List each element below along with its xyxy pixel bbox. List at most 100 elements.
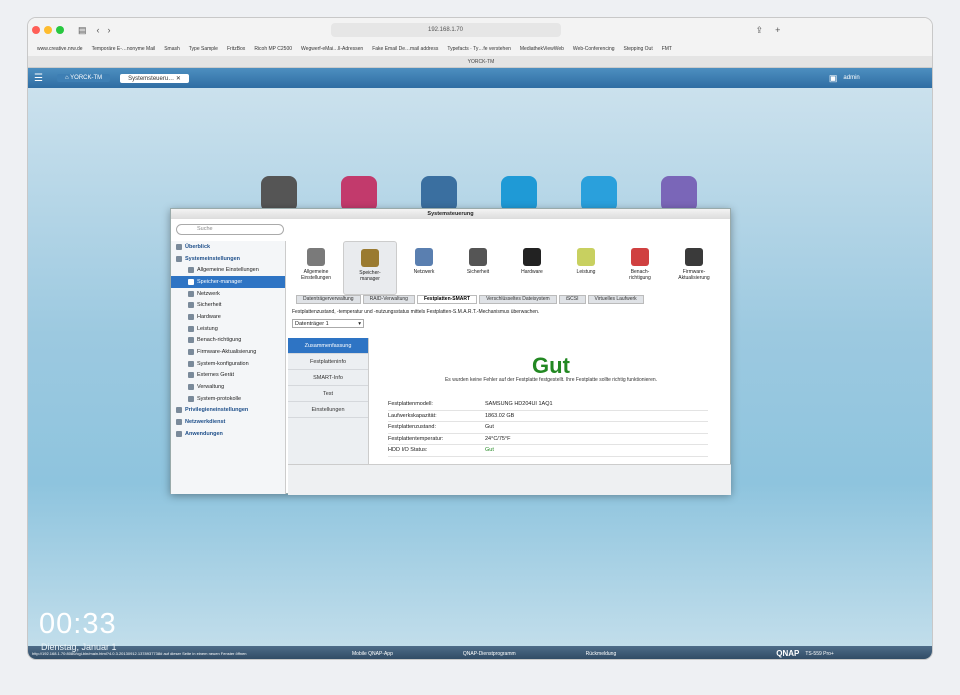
tab[interactable]: Festplatten-SMART <box>416 295 478 304</box>
sidebar-icon[interactable]: ▤ <box>78 25 87 36</box>
info-value: Gut <box>485 424 494 431</box>
back-icon[interactable]: ‹ <box>97 25 100 35</box>
sidebar-item[interactable]: Firmware-Aktualisierung <box>171 346 285 358</box>
sidebar-item[interactable]: Netzwerk <box>171 288 285 300</box>
minimize-button[interactable] <box>44 26 52 34</box>
model-label: TS-559 Pro+ <box>805 650 834 657</box>
bookmark[interactable]: Type Sample <box>189 46 218 52</box>
sidebar-item[interactable]: Systemeinstellungen <box>171 253 285 265</box>
sidebar-item-label: Netzwerk <box>197 290 220 297</box>
sidebar-item-label: Benach-richtigung <box>197 337 242 344</box>
sidebar-item[interactable]: Leistung <box>171 323 285 335</box>
sidebar-item[interactable]: System-konfiguration <box>171 358 285 370</box>
bookmark[interactable]: Typefacts · Ty…fe verstehen <box>447 46 511 52</box>
status-big: Gut <box>532 353 570 378</box>
sync-desktop-icon[interactable] <box>581 176 617 212</box>
hdstation-desktop-icon[interactable] <box>341 176 377 212</box>
sidebar-item[interactable]: Benach-richtigung <box>171 335 285 347</box>
category-label: Aktualisierung <box>678 275 710 281</box>
category-icon[interactable]: Speicher-manager <box>343 241 397 295</box>
category-icon-image <box>307 248 325 266</box>
syscontrol-desktop-icon[interactable] <box>261 176 297 212</box>
category-icon[interactable]: Netzwerk <box>397 241 451 295</box>
bookmark[interactable]: MediathekViewWeb <box>520 46 564 52</box>
sidebar-item[interactable]: Externes Gerät <box>171 370 285 382</box>
date: Dienstag, Januar 1 <box>41 642 117 652</box>
host-label: YORCK-TM <box>70 75 103 81</box>
taskbar-item[interactable]: QNAP-Dienstprogramm <box>463 651 516 657</box>
close-button[interactable] <box>32 26 40 34</box>
share-icon[interactable]: ⇪ <box>756 25 764 36</box>
category-icon[interactable]: Sicherheit <box>451 241 505 295</box>
sidebar-item[interactable]: Allgemeine Einstellungen <box>171 264 285 276</box>
sidebar-item[interactable]: Netzwerkdienst <box>171 416 285 428</box>
subnav-item[interactable]: Test <box>288 386 368 402</box>
new-tab-icon[interactable]: + <box>775 25 780 35</box>
window-tab-systemsteuerung[interactable]: Systemsteueru… ✕ <box>120 73 189 83</box>
sidebar-item[interactable]: Verwaltung <box>171 381 285 393</box>
tab[interactable]: Virtuelles Laufwerk <box>587 295 644 304</box>
bookmark[interactable]: Temporäre E-…nonyme Mail <box>92 46 156 52</box>
taskbar-item[interactable]: Rückmeldung <box>586 651 617 657</box>
sidebar-item[interactable]: Sicherheit <box>171 299 285 311</box>
disk-select-value: Datenträger 1 <box>295 321 329 327</box>
sidebar-item-icon <box>188 395 194 402</box>
taskbar-item[interactable]: Mobile QNAP-App <box>352 651 393 657</box>
window-title: Systemsteuerung <box>171 209 730 219</box>
sidebar: Überblick Systemeinstellungen Allgemeine E… <box>171 241 286 494</box>
systemsteuerung-window: Systemsteuerung Suche Überblick Systemein… <box>170 208 731 495</box>
subnav-item[interactable]: Festplatteninfo <box>288 354 368 370</box>
sidebar-item[interactable]: Hardware <box>171 311 285 323</box>
subnav-item[interactable]: Einstellungen <box>288 402 368 418</box>
subnav-item[interactable]: Zusammenfassung <box>288 338 368 354</box>
bookmark[interactable]: Ricoh MP C2500 <box>254 46 292 52</box>
sidebar-item-icon <box>176 407 182 414</box>
sidebar-item-label: Verwaltung <box>197 384 225 391</box>
sidebar-item[interactable]: Anwendungen <box>171 428 285 440</box>
bookmark[interactable]: FritzBox <box>227 46 245 52</box>
sidebar-item[interactable]: System-protokolle <box>171 393 285 405</box>
bookmark[interactable]: Smash <box>164 46 180 52</box>
sidebar-item[interactable]: Speicher-manager <box>171 276 285 288</box>
bookmark[interactable]: Wegwerf-eMai…ll-Adressen <box>301 46 363 52</box>
sidebar-item-label: Firmware-Aktualisierung <box>197 349 257 356</box>
home-tab[interactable]: ⌂ YORCK-TM <box>56 74 111 82</box>
sidebar-item[interactable]: Überblick <box>171 241 285 253</box>
tab[interactable]: RAID-Verwaltung <box>362 295 415 304</box>
bookmark[interactable]: FMT <box>662 46 672 52</box>
subnav-item[interactable]: SMART-Info <box>288 370 368 386</box>
category-icon[interactable]: Leistung <box>559 241 613 295</box>
disk-select[interactable]: Datenträger 1 ▾ <box>292 319 364 328</box>
app-desktop-icon[interactable] <box>661 176 697 212</box>
address-bar[interactable]: 192.168.1.70 <box>330 23 561 37</box>
sidebar-item-label: Speicher-manager <box>197 278 243 285</box>
category-icon[interactable]: Allgemeine Einstellungen <box>289 241 343 295</box>
bookmark[interactable]: Web-Conferencing <box>573 46 615 52</box>
tab[interactable]: Verschlüsseltes Dateisystem <box>479 295 557 304</box>
category-icon[interactable]: Firmware- Aktualisierung <box>667 241 721 295</box>
backup-desktop-icon[interactable] <box>421 176 457 212</box>
category-label: Einstellungen <box>300 275 332 281</box>
sidebar-item-icon <box>188 337 194 344</box>
tab[interactable]: Datenträgerverwaltung <box>296 295 361 304</box>
info-value: Gut <box>485 447 494 454</box>
category-icon[interactable]: Benach-richtigung <box>613 241 667 295</box>
forward-icon[interactable]: › <box>108 25 111 35</box>
user-icon[interactable]: ▣ <box>829 73 838 84</box>
sidebar-item[interactable]: Privilegieneinstellungen <box>171 405 285 417</box>
bookmark[interactable]: Fake Email De…mail address <box>372 46 438 52</box>
window-footer <box>288 464 731 495</box>
tab[interactable]: iSCSI <box>558 295 586 304</box>
category-icon[interactable]: Hardware <box>505 241 559 295</box>
search-input[interactable]: Suche <box>176 224 284 235</box>
disk-info-table: Festplattenmodell: SAMSUNG HD204UI 1AQ1 La… <box>388 399 708 457</box>
zoom-button[interactable] <box>56 26 64 34</box>
status-message: Es wurden keine Fehler auf der Festplatt… <box>444 377 658 383</box>
menu-icon[interactable]: ☰ <box>34 73 43 84</box>
user-name[interactable]: admin <box>843 75 859 81</box>
bookmark[interactable]: Stepping Out <box>624 46 653 52</box>
browser-tab[interactable]: YORCK-TM <box>28 56 932 68</box>
bookmarks-bar: www.creative.nrw.de Temporäre E-…nonyme … <box>28 42 932 56</box>
bookmark[interactable]: www.creative.nrw.de <box>37 46 83 52</box>
cloud-desktop-icon[interactable] <box>501 176 537 212</box>
